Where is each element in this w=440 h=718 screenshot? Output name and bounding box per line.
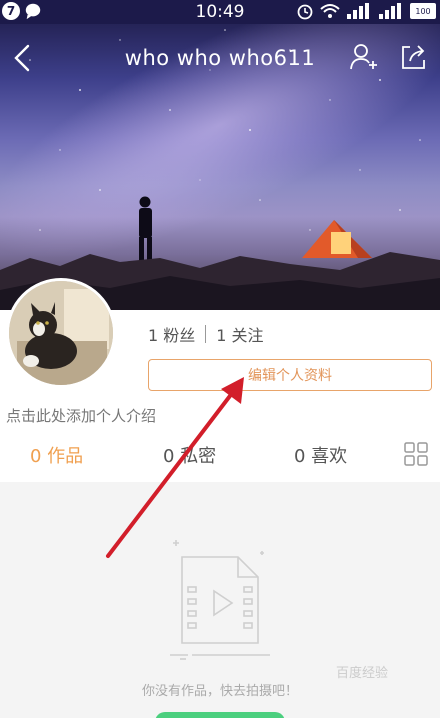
tab-works[interactable]: 0 作品 xyxy=(30,442,83,468)
follow-stats: 1 粉丝 1 关注 xyxy=(148,322,264,346)
avatar[interactable] xyxy=(6,278,116,388)
top-nav: who who who611 xyxy=(0,40,440,80)
divider xyxy=(205,325,207,343)
status-bar: 7 10:49 100 xyxy=(0,0,440,24)
share-icon[interactable] xyxy=(398,42,428,72)
fans-count[interactable]: 1 粉丝 xyxy=(148,322,195,346)
edit-profile-button[interactable]: 编辑个人资料 xyxy=(148,359,432,391)
following-count[interactable]: 1 关注 xyxy=(216,322,263,346)
signal-icon xyxy=(347,3,369,19)
cat-avatar-image xyxy=(9,281,113,385)
wifi-icon xyxy=(320,4,340,18)
tab-likes[interactable]: 0 喜欢 xyxy=(294,442,347,468)
grid-view-icon[interactable] xyxy=(404,442,428,466)
empty-message: 你没有作品，快去拍摄吧！ xyxy=(141,684,298,699)
tab-private[interactable]: 0 私密 xyxy=(163,442,216,468)
empty-video-icon xyxy=(170,540,270,660)
watermark: 百度经验 xyxy=(336,666,389,681)
battery-icon: 100 xyxy=(410,3,436,19)
add-friend-icon[interactable] xyxy=(348,42,378,72)
signal-icon-2 xyxy=(379,3,401,19)
content-tabs: 0 作品 0 私密 0 喜欢 xyxy=(0,438,440,472)
alarm-icon xyxy=(297,4,313,20)
add-bio-prompt[interactable]: 点击此处添加个人介绍 xyxy=(6,405,156,426)
start-shooting-button[interactable] xyxy=(155,712,285,718)
